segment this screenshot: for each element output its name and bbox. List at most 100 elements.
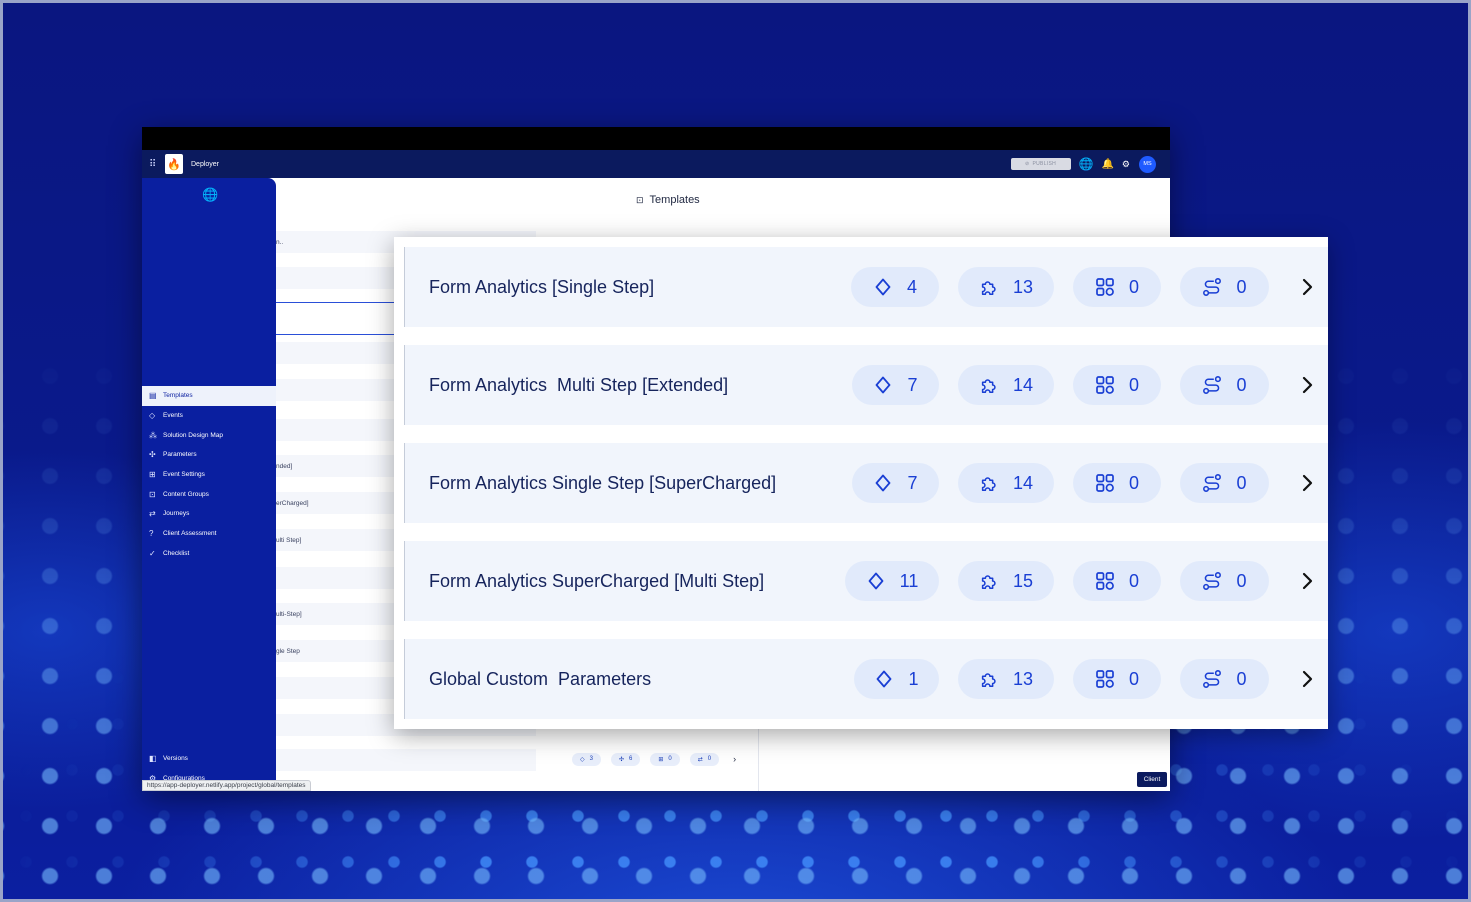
puzzle-icon: ✣ (149, 450, 156, 460)
events-count: 11 (899, 570, 919, 591)
page-title: ⊡ Templates (636, 194, 700, 206)
background-row-counts: ◇ 3 ✣ 6 ⊞ 0 ⇄ 0 › (572, 752, 736, 766)
diamond-icon (873, 473, 893, 493)
events-count-chip[interactable]: 7 (852, 365, 939, 405)
events-count: 4 (906, 276, 917, 297)
parameters-count-chip[interactable]: 15 (958, 561, 1054, 601)
sidebar-item-versions[interactable]: ◧ Versions (142, 749, 276, 769)
journeys-count-chip[interactable]: ⇄ 0 (689, 752, 720, 766)
events-count-chip[interactable]: 1 (854, 659, 939, 699)
content-groups-count-chip[interactable]: ⊞ 0 (650, 752, 680, 766)
template-title: Form Analytics Multi Step [Extended] (429, 374, 729, 395)
template-title: Form Analytics SuperCharged [Multi Step] (429, 570, 765, 591)
parameters-count: 13 (1012, 668, 1034, 689)
chevron-right-icon[interactable] (1297, 371, 1317, 399)
content-groups-count-chip[interactable]: 0 (1073, 561, 1161, 601)
status-bar-url: https://app-deployer.netlify.app/project… (142, 780, 311, 791)
parameters-count: 14 (1012, 374, 1034, 395)
chevron-right-icon[interactable]: › (733, 754, 736, 764)
template-title: Global Custom Parameters (429, 668, 652, 689)
events-count-chip[interactable]: ◇ 3 (572, 752, 601, 766)
check-icon: ✓ (149, 548, 156, 558)
publish-button[interactable]: ⊘ PUBLISH (1010, 158, 1071, 170)
globe-icon[interactable]: 🌐 (1079, 157, 1094, 171)
content-groups-count-chip[interactable]: 0 (1073, 365, 1161, 405)
content-groups-count: 0 (1128, 668, 1139, 689)
puzzle-icon (979, 473, 999, 493)
sidebar-item-events[interactable]: ◇ Events (142, 406, 276, 426)
content-groups-icon (1095, 375, 1115, 395)
journeys-count: 0 (1236, 668, 1247, 689)
avatar[interactable]: MS (1139, 155, 1156, 173)
sidebar-item-content-groups[interactable]: ⊡ Content Groups (142, 484, 276, 504)
gear-icon[interactable]: ⚙ (1122, 159, 1130, 170)
notification-bell-icon[interactable]: 🔔 (1101, 159, 1113, 170)
sidebar-item-label: Content Groups (163, 490, 209, 498)
client-button[interactable]: Client (1137, 772, 1167, 787)
content-groups-count: 0 (1128, 276, 1139, 297)
content-groups-count: 0 (1128, 374, 1139, 395)
sidebar-item-solution-design-map[interactable]: ⁂ Solution Design Map (142, 425, 276, 445)
parameters-count-chip[interactable]: ✣ 6 (610, 752, 641, 766)
parameters-count-chip[interactable]: 14 (958, 365, 1054, 405)
divider (758, 727, 759, 791)
chevron-right-icon[interactable] (1297, 567, 1317, 595)
apps-grid-icon[interactable]: ⠿ (149, 159, 159, 170)
events-count: 7 (907, 472, 918, 493)
sidebar-item-journeys[interactable]: ⇄ Journeys (142, 504, 276, 524)
content-groups-count-chip[interactable]: 0 (1073, 659, 1161, 699)
content-groups-count: 0 (1128, 472, 1139, 493)
route-icon: ⇄ (697, 756, 703, 763)
template-row[interactable]: Global Custom Parameters 1 13 0 0 (404, 639, 1328, 719)
background-list-row[interactable] (276, 749, 536, 771)
journeys-count-chip[interactable]: 0 (1180, 463, 1269, 503)
page-title-text: Templates (649, 194, 700, 206)
sidebar-item-label: Client Assessment (163, 530, 217, 538)
puzzle-icon (979, 277, 999, 297)
chip-value: 0 (707, 756, 712, 762)
parameters-count-chip[interactable]: 14 (958, 463, 1054, 503)
parameters-count-chip[interactable]: 13 (958, 267, 1054, 307)
chevron-right-icon[interactable] (1297, 469, 1317, 497)
journeys-count-chip[interactable]: 0 (1180, 267, 1269, 307)
route-icon (1202, 571, 1222, 591)
content-groups-icon (1095, 669, 1115, 689)
template-icon: ▤ (149, 391, 157, 401)
journeys-count: 0 (1236, 472, 1247, 493)
parameters-count: 15 (1012, 570, 1034, 591)
template-row[interactable]: Form Analytics SuperCharged [Multi Step]… (404, 541, 1328, 621)
sidebar-item-parameters[interactable]: ✣ Parameters (142, 445, 276, 465)
template-row[interactable]: Form Analytics Multi Step [Extended] 7 1… (404, 345, 1328, 425)
journeys-count-chip[interactable]: 0 (1180, 365, 1269, 405)
puzzle-icon (979, 571, 999, 591)
events-count-chip[interactable]: 4 (851, 267, 939, 307)
sidebar-item-client-assessment[interactable]: ? Client Assessment (142, 524, 276, 544)
parameters-count-chip[interactable]: 13 (958, 659, 1054, 699)
diamond-icon: ◇ (580, 756, 585, 763)
sidebar-item-label: Journeys (163, 510, 190, 518)
content-groups-icon (1095, 277, 1115, 297)
sidebar-item-event-settings[interactable]: ⊞ Event Settings (142, 465, 276, 485)
content-groups-count-chip[interactable]: 0 (1073, 267, 1161, 307)
route-icon (1202, 669, 1222, 689)
header-actions: ⊘ PUBLISH 🌐 🔔 ⚙ MS (1010, 150, 1170, 178)
journeys-count-chip[interactable]: 0 (1180, 659, 1269, 699)
sidebar-item-label: Templates (163, 392, 193, 400)
events-count-chip[interactable]: 11 (845, 561, 939, 601)
chevron-right-icon[interactable] (1297, 665, 1317, 693)
sidebar-item-templates[interactable]: ▤ Templates (142, 386, 276, 406)
sidebar-item-label: Versions (163, 754, 188, 762)
template-row[interactable]: Form Analytics Single Step [SuperCharged… (404, 443, 1328, 523)
sidebar-item-label: Events (163, 412, 183, 420)
sidebar-item-checklist[interactable]: ✓ Checklist (142, 544, 276, 564)
journeys-count-chip[interactable]: 0 (1180, 561, 1269, 601)
route-icon (1202, 473, 1222, 493)
chevron-right-icon[interactable] (1297, 273, 1317, 301)
app-logo[interactable]: 🔥 (165, 154, 183, 174)
publish-label: PUBLISH (1032, 161, 1057, 167)
content-groups-count-chip[interactable]: 0 (1073, 463, 1161, 503)
template-row[interactable]: Form Analytics [Single Step] 4 13 0 0 (404, 247, 1328, 327)
globe-icon[interactable]: 🌐 (202, 187, 218, 203)
content-groups-icon: ⊞ (658, 756, 664, 763)
events-count-chip[interactable]: 7 (852, 463, 939, 503)
